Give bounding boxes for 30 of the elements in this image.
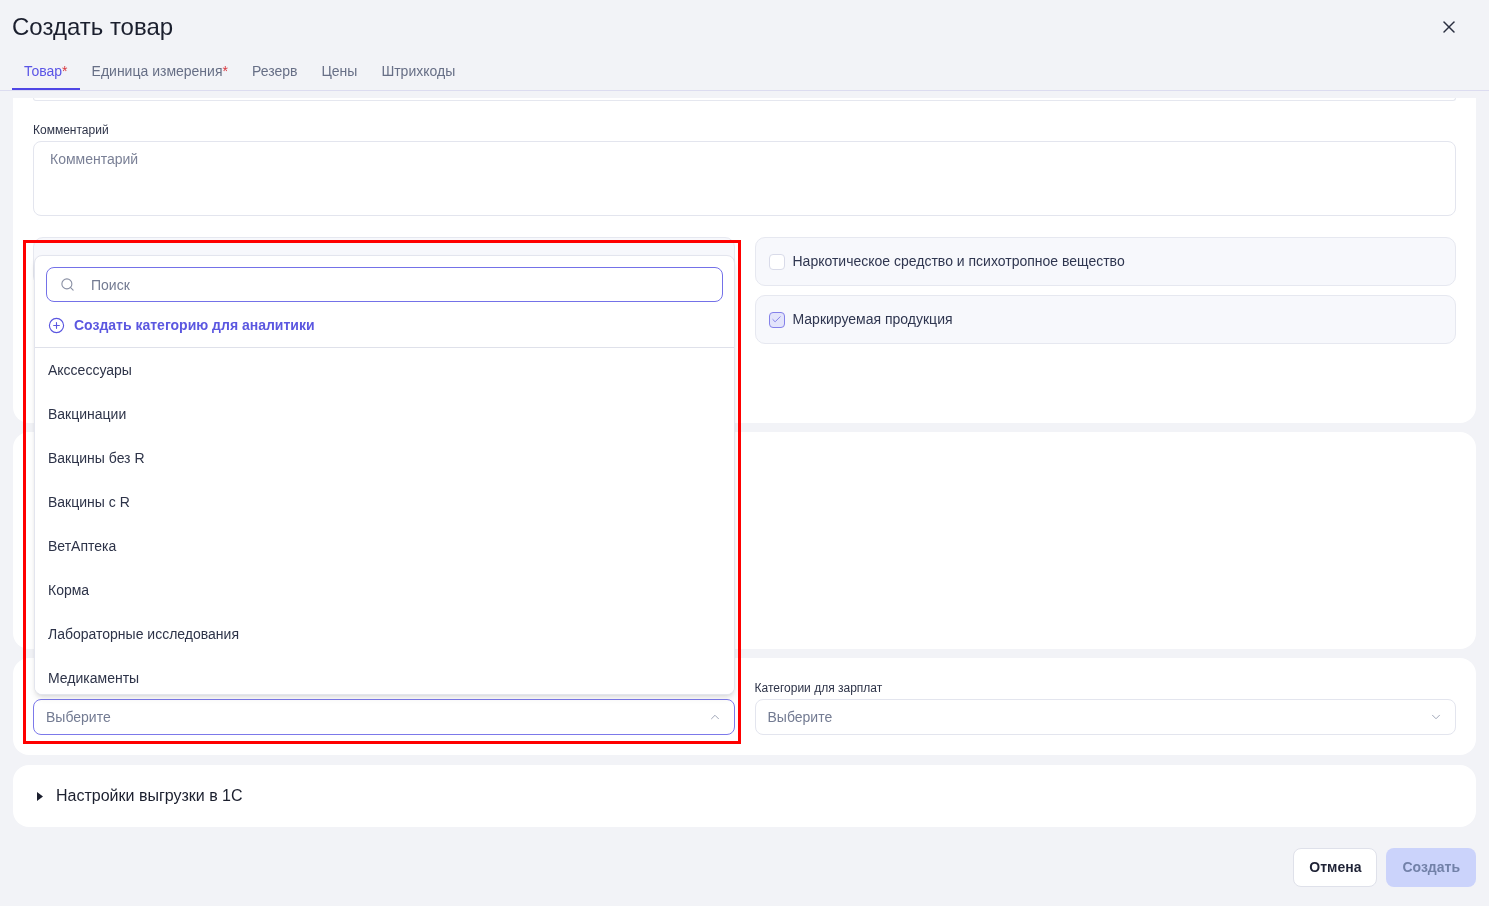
checkbox[interactable] — [768, 311, 785, 328]
dropdown-option[interactable]: Вакцинации — [35, 392, 734, 436]
dropdown-option[interactable]: Лабораторные исследования — [35, 612, 734, 656]
dropdown-option[interactable]: Медикаменты — [35, 656, 734, 694]
tab[interactable]: Цены — [309, 55, 370, 90]
plus-circle-icon — [48, 316, 65, 334]
field-label: Категории для зарплат — [754, 680, 884, 696]
section-toggle[interactable]: Настройки выгрузки в 1С — [37, 784, 243, 808]
tab[interactable]: Штрихкоды — [369, 55, 468, 90]
field-label: Комментарий — [33, 122, 110, 138]
checkbox-option[interactable]: Наркотическое средство и психотропное вещество — [754, 237, 1456, 286]
search-icon — [60, 277, 75, 292]
dialog-title: Создать товар — [12, 12, 174, 42]
dropdown-option[interactable]: Корма — [35, 568, 734, 612]
comment-field[interactable]: Комментарий — [33, 141, 1456, 216]
tab[interactable]: Единица измерения* — [79, 55, 240, 90]
dropdown-option[interactable]: Вакцины без R — [35, 436, 734, 480]
cancel-button[interactable]: Отмена — [1293, 848, 1378, 887]
search-field[interactable]: Поиск — [46, 267, 723, 302]
dropdown-option[interactable]: Акссессуары — [35, 348, 734, 392]
create-category-link[interactable]: Создать категорию для аналитики — [46, 315, 315, 335]
tab[interactable]: Резерв — [239, 55, 310, 90]
check-icon — [771, 314, 782, 325]
checkbox-option[interactable]: Маркируемая продукция — [754, 295, 1456, 344]
triangle-right-icon — [37, 791, 43, 801]
dropdown-option[interactable]: ВетАптека — [35, 524, 734, 568]
select-field[interactable]: Выберите — [33, 699, 735, 735]
tab[interactable]: Товар* — [12, 55, 80, 90]
select-field[interactable]: Выберите — [754, 699, 1456, 735]
dropdown-option[interactable]: Вакцины с R — [35, 480, 734, 524]
